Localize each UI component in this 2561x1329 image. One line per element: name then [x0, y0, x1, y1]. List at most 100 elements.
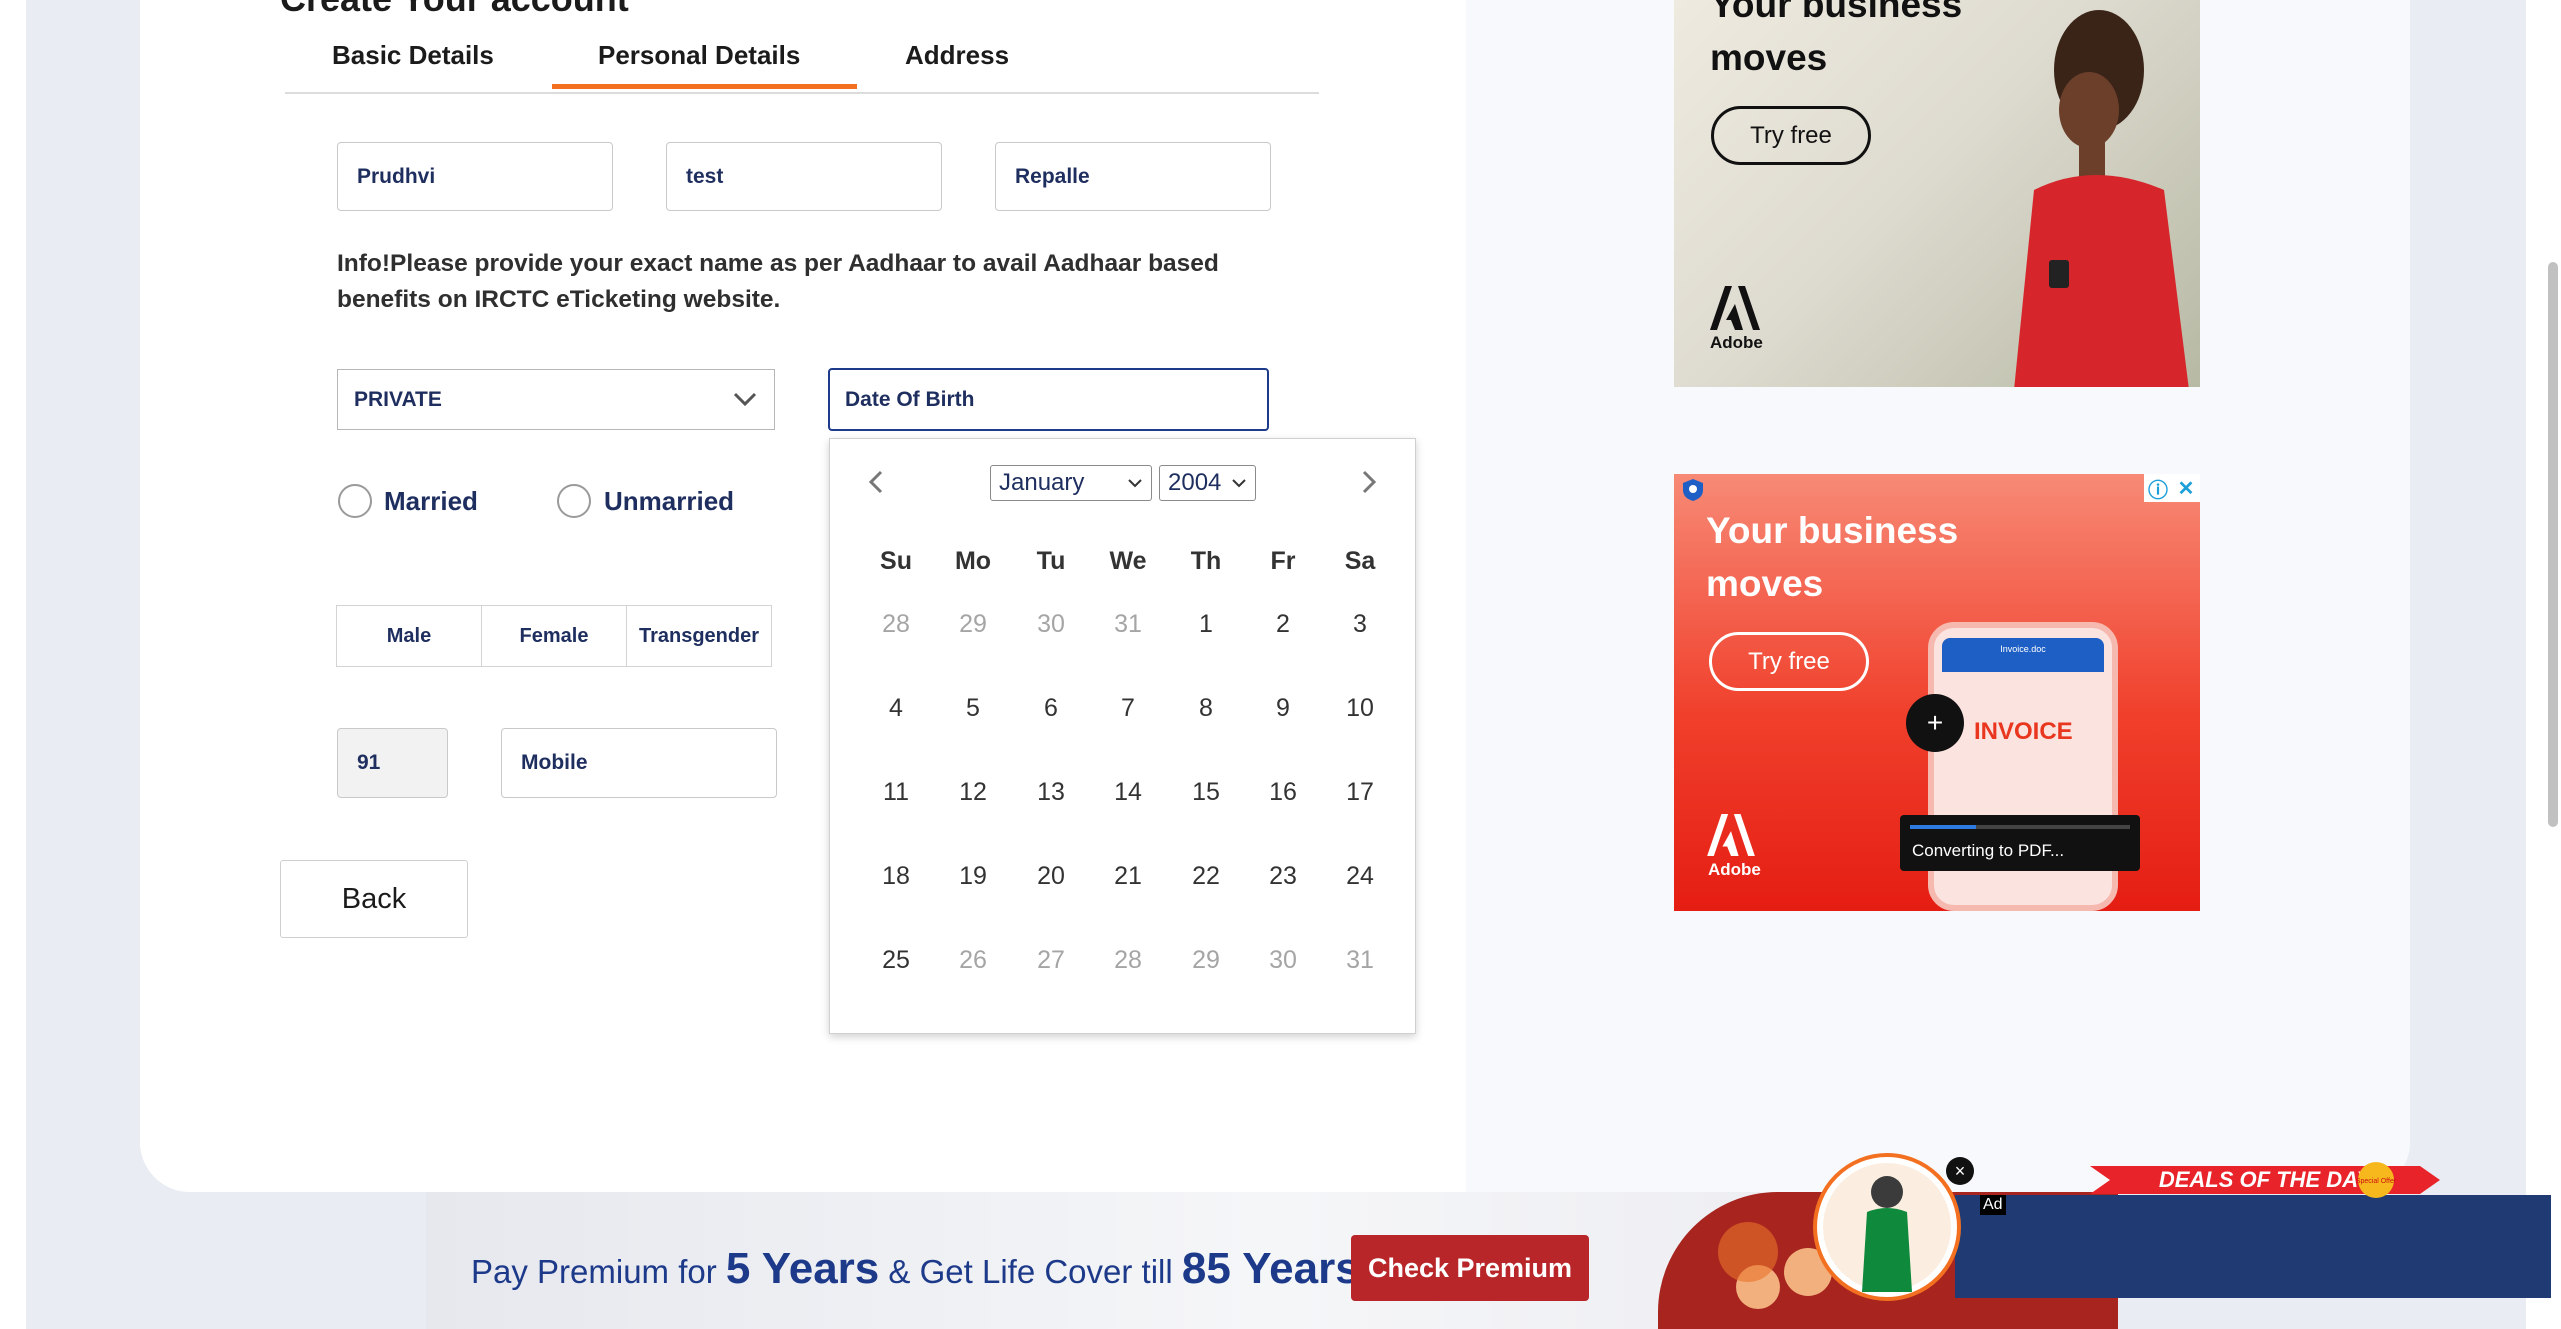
calendar-day[interactable]: 6: [1021, 694, 1081, 723]
gender-selector: Male Female Transgender: [336, 605, 772, 667]
weekday-header: Fr: [1270, 547, 1296, 575]
calendar-day[interactable]: 9: [1253, 694, 1313, 723]
chevron-down-icon: [733, 392, 757, 407]
mobile-field[interactable]: Mobile: [501, 728, 777, 798]
calendar-day-outside[interactable]: 30: [1253, 946, 1313, 975]
date-of-birth-input[interactable]: Date Of Birth: [828, 368, 1269, 431]
aadhaar-info-message: Info!Please provide your exact name as p…: [337, 250, 1219, 313]
calendar-day[interactable]: 4: [866, 694, 926, 723]
tab-basic-details[interactable]: Basic Details: [332, 40, 494, 71]
year-select[interactable]: 2004: [1159, 465, 1256, 501]
calendar-day[interactable]: 1: [1176, 610, 1236, 639]
calendar-day[interactable]: 2: [1253, 610, 1313, 639]
calendar-day[interactable]: 24: [1330, 862, 1390, 891]
calendar-day-outside[interactable]: 28: [1098, 946, 1158, 975]
prev-month-icon[interactable]: [862, 467, 892, 497]
try-free-button[interactable]: Try free: [1711, 106, 1871, 165]
scrollbar-thumb[interactable]: [2548, 262, 2558, 827]
calendar-day[interactable]: 5: [943, 694, 1003, 723]
check-premium-button[interactable]: Check Premium: [1351, 1235, 1589, 1301]
calendar-day[interactable]: 17: [1330, 778, 1390, 807]
chevron-down-icon: [1232, 479, 1246, 488]
calendar-day[interactable]: 19: [943, 862, 1003, 891]
gender-female-button[interactable]: Female: [482, 606, 627, 666]
married-radio[interactable]: [338, 484, 372, 518]
ad-headline-line1: Your business: [1710, 0, 1963, 25]
country-code-field[interactable]: 91: [337, 728, 448, 798]
ad2-headline-line2: moves: [1706, 563, 1824, 604]
plus-icon: +: [1906, 694, 1964, 752]
calendar-day[interactable]: 10: [1330, 694, 1390, 723]
last-name-field[interactable]: Repalle: [995, 142, 1271, 211]
calendar-day[interactable]: 21: [1098, 862, 1158, 891]
gender-male-button[interactable]: Male: [337, 606, 482, 666]
converting-toast: Converting to PDF...: [1900, 815, 2140, 871]
weekday-header: Su: [880, 547, 912, 575]
close-icon[interactable]: ×: [1946, 1157, 1974, 1185]
calendar-day-outside[interactable]: 29: [943, 610, 1003, 639]
deals-label: DEALS OF THE DAY: [2159, 1167, 2374, 1192]
calendar-day[interactable]: 23: [1253, 862, 1313, 891]
calendar-day-outside[interactable]: 30: [1021, 610, 1081, 639]
ad2-try-free-button[interactable]: Try free: [1709, 632, 1869, 691]
ad-choices: ⓘ ✕: [2144, 474, 2200, 502]
calendar-day[interactable]: 15: [1176, 778, 1236, 807]
occupation-value: PRIVATE: [354, 387, 442, 411]
calendar-day-outside[interactable]: 31: [1330, 946, 1390, 975]
banner-headline: Pay Premium for 5 Years & Get Life Cover…: [471, 1244, 1369, 1294]
mascot-avatar-icon[interactable]: [1812, 1152, 1962, 1302]
calendar-day[interactable]: 18: [866, 862, 926, 891]
back-button[interactable]: Back: [280, 860, 468, 938]
ad-info-icon[interactable]: ⓘ: [2144, 474, 2172, 502]
page-title: Create Your account: [280, 0, 629, 20]
calendar-day-outside[interactable]: 26: [943, 946, 1003, 975]
active-tab-indicator: [552, 84, 857, 89]
unmarried-radio[interactable]: [557, 484, 591, 518]
adobe-logo-icon: [1710, 286, 1760, 330]
weekday-header: Sa: [1344, 547, 1376, 575]
calendar-day[interactable]: 12: [943, 778, 1003, 807]
conversion-progress: [1910, 825, 2130, 829]
chevron-down-icon: [1128, 479, 1142, 488]
deals-of-the-day-ribbon[interactable]: DEALS OF THE DAY Special Offer: [2090, 1156, 2440, 1204]
calendar-day[interactable]: 8: [1176, 694, 1236, 723]
calendar-day[interactable]: 3: [1330, 610, 1390, 639]
tab-address[interactable]: Address: [905, 40, 1009, 71]
ad2-brand: Adobe: [1708, 860, 1761, 879]
calendar-day-outside[interactable]: 28: [866, 610, 926, 639]
calendar-day[interactable]: 25: [866, 946, 926, 975]
ad-tag: Ad: [1980, 1195, 2006, 1215]
calendar-day-outside[interactable]: 31: [1098, 610, 1158, 639]
month-select[interactable]: January: [990, 465, 1152, 501]
adobe-ad-bottom[interactable]: ⓘ ✕ Your business moves Try free Invoice…: [1674, 474, 2200, 911]
first-name-field[interactable]: Prudhvi: [337, 142, 613, 211]
banner-text-middle: & Get Life Cover till: [879, 1253, 1182, 1290]
calendar-day-outside[interactable]: 29: [1176, 946, 1236, 975]
year-value: 2004: [1168, 469, 1222, 496]
ad2-headline: Your business moves: [1706, 504, 1958, 610]
calendar-day[interactable]: 22: [1176, 862, 1236, 891]
ad-brand: Adobe: [1710, 333, 1763, 352]
calendar-day[interactable]: 7: [1098, 694, 1158, 723]
calendar-day[interactable]: 20: [1021, 862, 1081, 891]
weekday-header: Mo: [954, 547, 992, 575]
adobe-ad-top[interactable]: Your business moves Try free Adobe: [1674, 0, 2200, 387]
tab-personal-details[interactable]: Personal Details: [598, 40, 800, 71]
middle-name-field[interactable]: test: [666, 142, 942, 211]
deals-bar[interactable]: [1955, 1195, 2551, 1298]
gender-transgender-button[interactable]: Transgender: [627, 606, 771, 666]
phone-header: Invoice.doc: [1942, 638, 2104, 672]
next-month-icon[interactable]: [1353, 467, 1383, 497]
date-picker: January 2004 Su Mo Tu We Th Fr Sa 28 29 30 31 1 2 3 4 5…: [829, 438, 1416, 1034]
ad2-headline-line1: Your business: [1706, 510, 1959, 551]
calendar-day[interactable]: 13: [1021, 778, 1081, 807]
ad-shield-icon: [1683, 479, 1703, 501]
calendar-day-outside[interactable]: 27: [1021, 946, 1081, 975]
calendar-day[interactable]: 11: [866, 778, 926, 807]
banner-text-prefix: Pay Premium for: [471, 1253, 726, 1290]
calendar-day[interactable]: 14: [1098, 778, 1158, 807]
woman-with-phone-image: [2014, 10, 2189, 387]
ad-close-icon[interactable]: ✕: [2172, 474, 2200, 502]
calendar-day[interactable]: 16: [1253, 778, 1313, 807]
occupation-select[interactable]: PRIVATE: [337, 369, 775, 430]
